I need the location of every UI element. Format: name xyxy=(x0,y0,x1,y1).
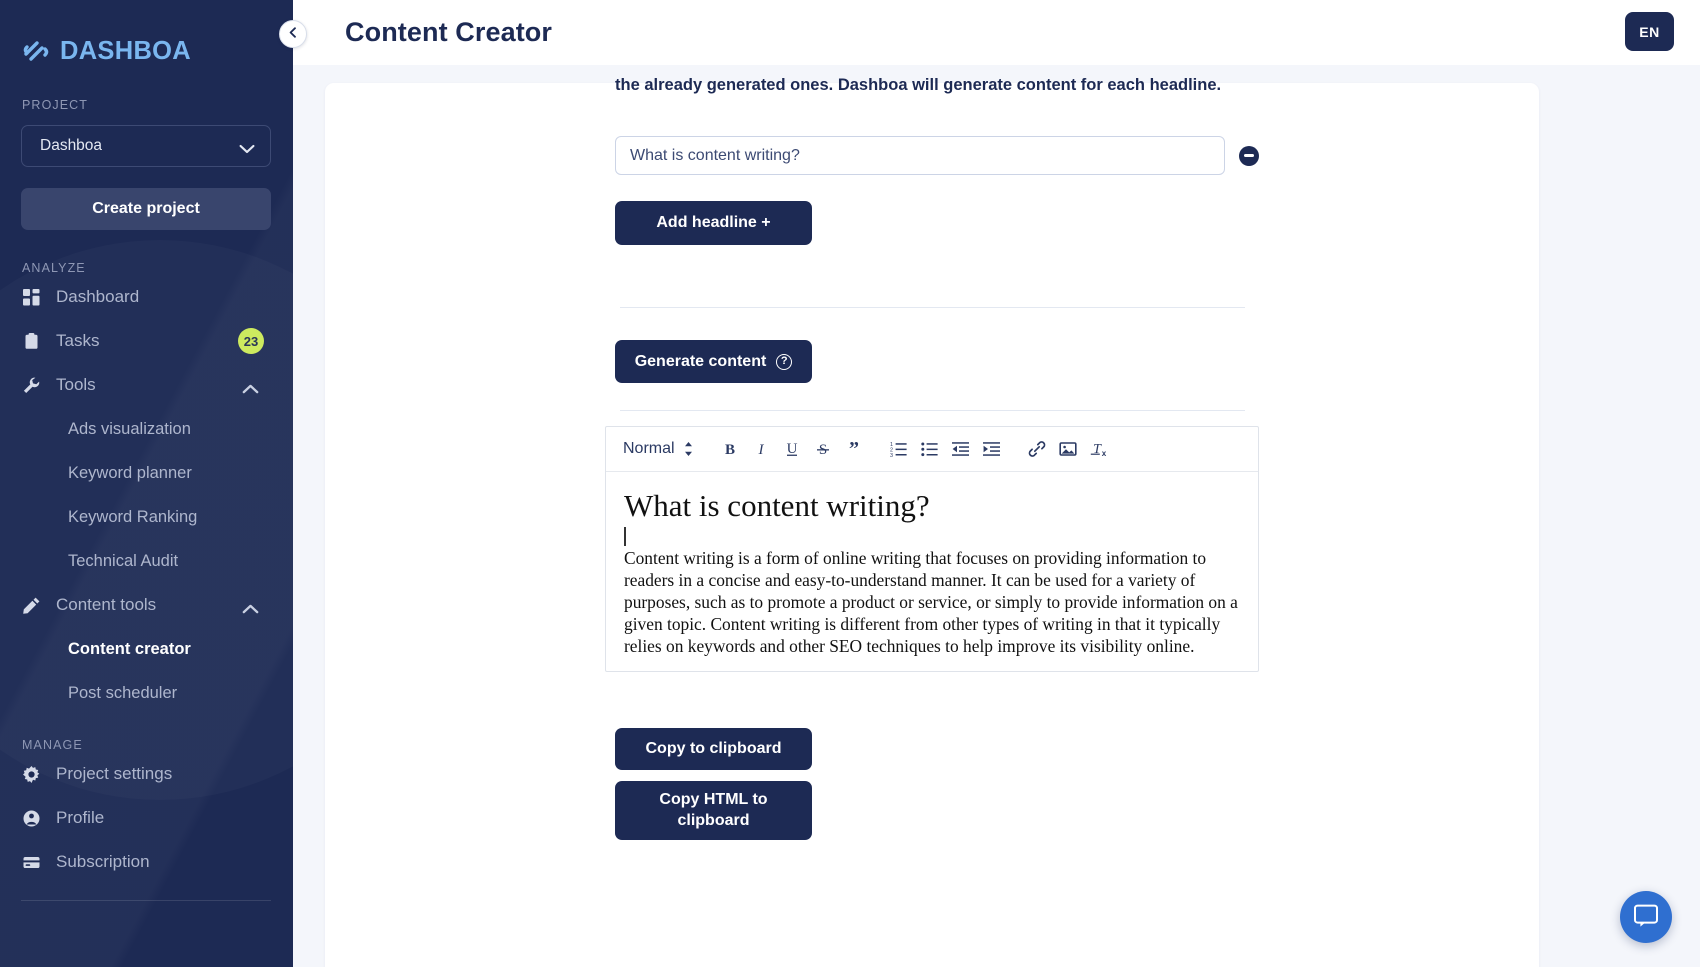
headline-input[interactable] xyxy=(615,136,1225,175)
bold-icon[interactable]: B xyxy=(715,435,746,463)
copy-html-to-clipboard-button[interactable]: Copy HTML to clipboard xyxy=(615,781,812,840)
editor-document[interactable]: What is content writing? Content writing… xyxy=(606,472,1258,671)
sidebar-item-content-creator[interactable]: Content creator xyxy=(0,627,293,671)
text-caret xyxy=(624,526,1240,547)
sidebar-item-label: Technical Audit xyxy=(68,551,179,570)
strikethrough-icon[interactable]: S xyxy=(808,435,839,463)
manage-section-label: MANAGE xyxy=(22,738,83,752)
blockquote-icon[interactable]: ” xyxy=(839,435,870,463)
sidebar-item-subscription[interactable]: Subscription xyxy=(0,840,293,884)
sidebar-divider xyxy=(21,900,271,901)
sidebar-collapse-button[interactable] xyxy=(279,20,307,48)
project-select-value: Dashboa xyxy=(40,137,103,154)
sidebar-item-post-scheduler[interactable]: Post scheduler xyxy=(0,671,293,715)
sidebar: DASHBOA PROJECT Dashboa Create project A… xyxy=(0,0,293,967)
project-select[interactable]: Dashboa xyxy=(21,125,271,167)
outdent-icon[interactable] xyxy=(946,435,977,463)
svg-text:I: I xyxy=(758,442,765,458)
sidebar-item-label: Keyword planner xyxy=(68,463,192,482)
add-headline-button[interactable]: Add headline + xyxy=(615,201,812,245)
sidebar-item-label: Content tools xyxy=(56,595,157,614)
content-scroll-region: the already generated ones. Dashboa will… xyxy=(293,65,1700,967)
sidebar-item-keyword-ranking[interactable]: Keyword Ranking xyxy=(0,495,293,539)
user-icon xyxy=(22,809,41,828)
pencil-icon xyxy=(22,596,41,615)
svg-text:”: ” xyxy=(849,440,859,458)
image-icon[interactable] xyxy=(1053,435,1084,463)
chevron-up-icon[interactable] xyxy=(242,600,259,614)
sidebar-item-dashboard[interactable]: Dashboard xyxy=(0,275,293,319)
svg-text:3: 3 xyxy=(890,453,893,458)
headline-row xyxy=(615,136,1265,175)
document-heading: What is content writing? xyxy=(624,488,930,523)
sidebar-item-label: Tasks xyxy=(56,331,100,350)
intro-text: the already generated ones. Dashboa will… xyxy=(615,76,1222,94)
minus-circle-icon[interactable] xyxy=(1239,145,1259,166)
topbar: Content Creator EN xyxy=(293,0,1700,65)
indent-icon[interactable] xyxy=(977,435,1008,463)
generate-content-label: Generate content xyxy=(634,352,767,370)
sidebar-item-label: Ads visualization xyxy=(68,419,191,438)
divider-bottom xyxy=(620,410,1245,411)
copy-html-line-2: clipboard xyxy=(677,811,750,829)
sidebar-item-label: Project settings xyxy=(56,764,173,783)
project-section-label: PROJECT xyxy=(22,98,89,112)
sidebar-item-label: Keyword Ranking xyxy=(68,507,198,526)
dashboa-logo-icon xyxy=(21,36,51,66)
copy-html-line-1: Copy HTML to xyxy=(659,791,768,809)
wrench-icon xyxy=(22,376,41,395)
card-icon xyxy=(22,853,41,872)
sidebar-item-ads-visualization[interactable]: Ads visualization xyxy=(0,407,293,451)
document-paragraph: Content writing is a form of online writ… xyxy=(624,547,1238,657)
link-icon[interactable] xyxy=(1022,435,1053,463)
grid-icon xyxy=(22,288,41,307)
editor-toolbar: Normal B I U S ” 1 2 3 T x xyxy=(606,427,1258,472)
tasks-count-badge: 23 xyxy=(238,328,264,354)
italic-icon[interactable]: I xyxy=(746,435,777,463)
sidebar-item-tools[interactable]: Tools xyxy=(0,363,293,407)
sidebar-item-keyword-planner[interactable]: Keyword planner xyxy=(0,451,293,495)
sidebar-item-technical-audit[interactable]: Technical Audit xyxy=(0,539,293,583)
sidebar-item-label: Subscription xyxy=(56,852,150,871)
logo[interactable]: DASHBOA xyxy=(0,0,293,66)
app-root: DASHBOA PROJECT Dashboa Create project A… xyxy=(0,0,1700,967)
sidebar-item-content-tools[interactable]: Content tools xyxy=(0,583,293,627)
sidebar-item-project-settings[interactable]: Project settings xyxy=(0,752,293,796)
logo-text: DASHBOA xyxy=(60,36,192,65)
sidebar-item-tasks[interactable]: Tasks 23 xyxy=(0,319,293,363)
clipboard-icon xyxy=(22,332,41,351)
page-title: Content Creator xyxy=(345,17,553,47)
chat-bubble-icon xyxy=(1633,902,1659,933)
svg-text:B: B xyxy=(725,442,735,458)
format-dropdown[interactable]: Normal xyxy=(623,440,693,458)
divider-top xyxy=(620,307,1245,308)
analyze-section-label: ANALYZE xyxy=(22,261,86,275)
sidebar-item-label: Tools xyxy=(56,375,96,394)
copy-to-clipboard-button[interactable]: Copy to clipboard xyxy=(615,728,812,770)
content-creator-card: the already generated ones. Dashboa will… xyxy=(325,76,1539,967)
chevron-down-icon xyxy=(239,141,255,154)
chat-widget-button[interactable] xyxy=(1620,891,1672,943)
format-dropdown-value: Normal xyxy=(623,440,675,457)
question-mark-icon[interactable]: ? xyxy=(776,353,793,370)
language-switcher[interactable]: EN xyxy=(1625,12,1674,51)
underline-icon[interactable]: U xyxy=(777,435,808,463)
main-area: Content Creator EN the already generated… xyxy=(293,0,1700,967)
clear-format-icon[interactable]: T x xyxy=(1084,435,1115,463)
rich-text-editor: Normal B I U S ” 1 2 3 T x What is conte… xyxy=(605,426,1259,673)
sidebar-item-label: Post scheduler xyxy=(68,683,178,702)
svg-text:x: x xyxy=(1102,449,1107,458)
chevron-left-icon xyxy=(288,25,299,43)
sidebar-item-label: Profile xyxy=(56,808,105,827)
up-down-arrows-icon xyxy=(684,442,693,456)
bullet-list-icon[interactable] xyxy=(915,435,946,463)
sidebar-item-profile[interactable]: Profile xyxy=(0,796,293,840)
chevron-up-icon[interactable] xyxy=(242,380,259,394)
sidebar-item-label: Dashboard xyxy=(56,287,140,306)
generate-content-button[interactable]: Generate content ? xyxy=(615,340,812,383)
gear-icon xyxy=(22,765,41,784)
ordered-list-icon[interactable]: 1 2 3 xyxy=(884,435,915,463)
sidebar-item-label: Content creator xyxy=(68,639,191,658)
create-project-button[interactable]: Create project xyxy=(21,188,271,230)
